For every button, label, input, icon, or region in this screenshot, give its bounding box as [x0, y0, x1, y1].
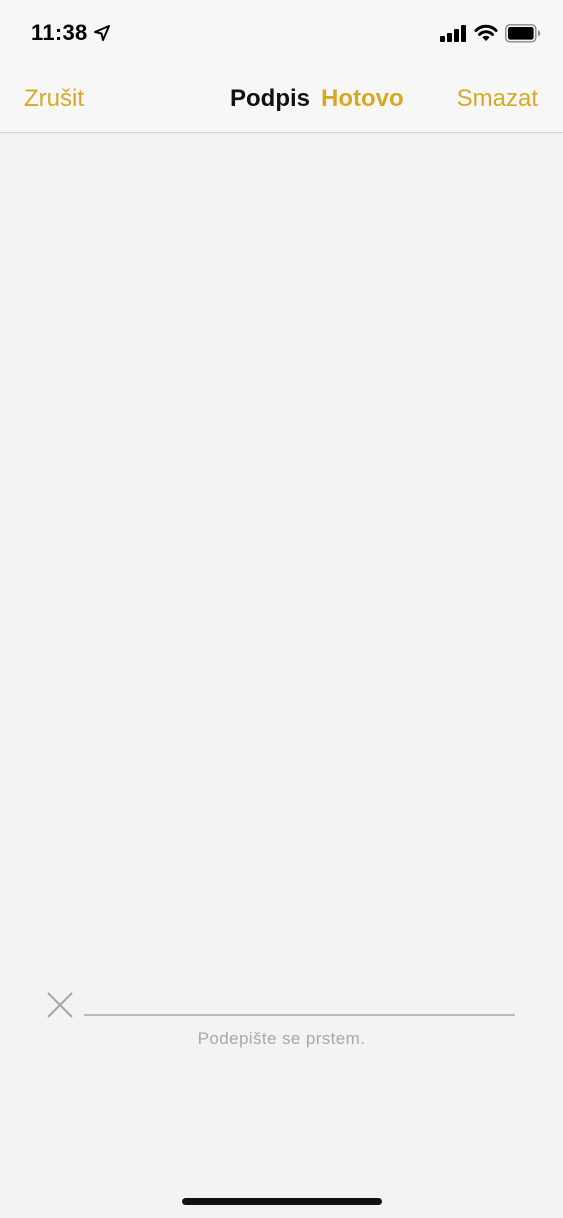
home-indicator[interactable]: [182, 1198, 382, 1205]
status-bar: 11:38: [0, 0, 563, 70]
clear-button[interactable]: Smazat: [457, 85, 538, 113]
done-button[interactable]: Hotovo: [321, 85, 404, 113]
status-time: 11:38: [31, 20, 88, 45]
navigation-bar: Zrušit Podpis Hotovo Smazat: [0, 70, 563, 133]
cancel-button[interactable]: Zrušit: [24, 85, 84, 113]
signature-canvas[interactable]: [0, 133, 563, 1218]
signature-hint: Podepište se prstem.: [197, 1029, 366, 1048]
signature-line: [84, 1014, 515, 1016]
x-mark-icon: [47, 992, 73, 1018]
page-title: Podpis: [230, 85, 311, 112]
wifi-icon: [474, 24, 498, 41]
signal-icon: [440, 25, 466, 42]
location-arrow-icon: [94, 25, 110, 41]
battery-icon: [505, 24, 541, 43]
